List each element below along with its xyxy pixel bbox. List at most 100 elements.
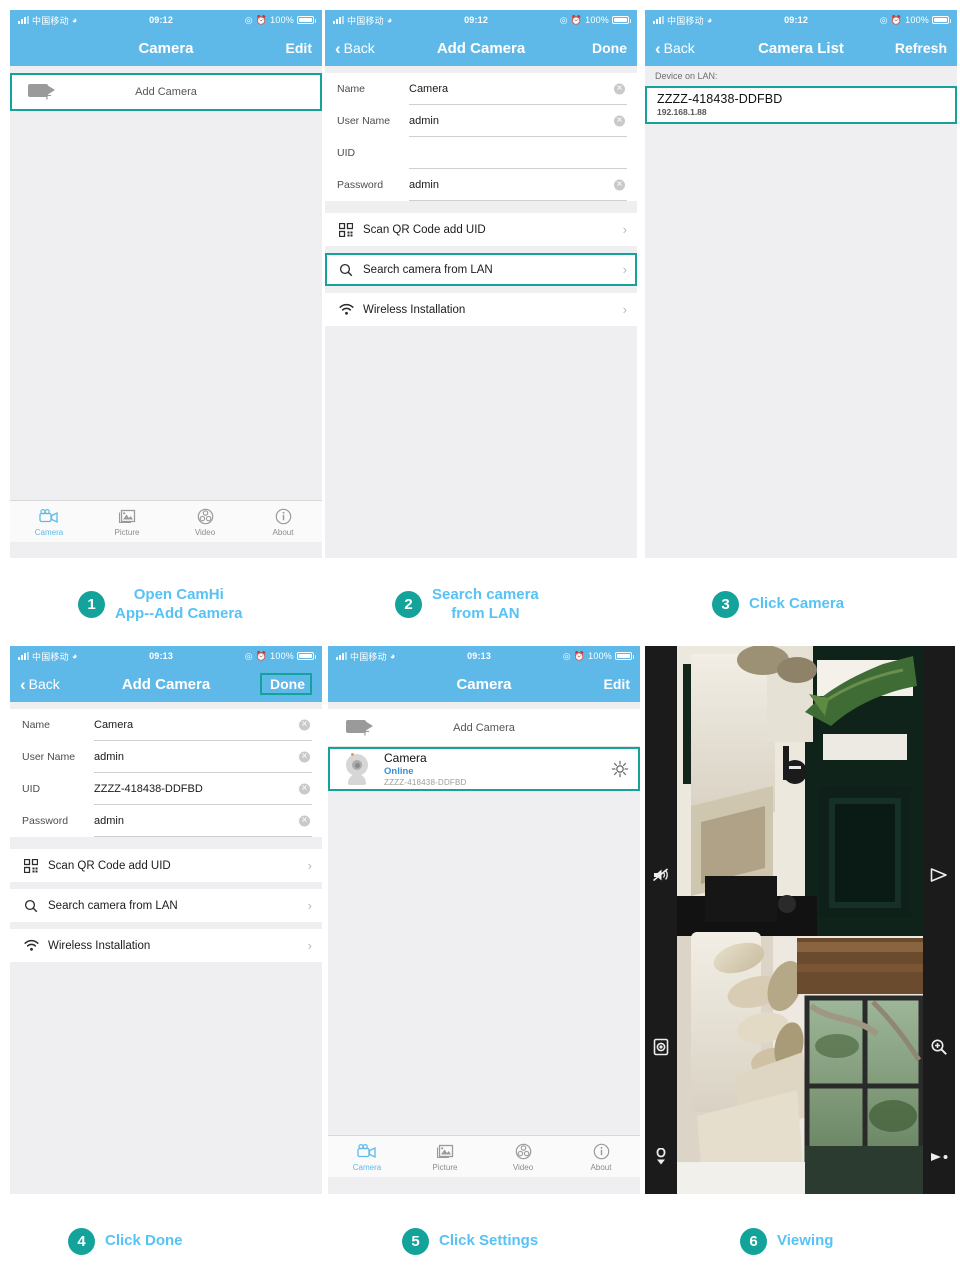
done-button[interactable]: Done bbox=[260, 673, 312, 695]
uid-input[interactable] bbox=[409, 137, 627, 169]
tab-video[interactable]: Video bbox=[484, 1142, 562, 1172]
empty-area bbox=[645, 124, 957, 548]
field-label: UID bbox=[22, 783, 41, 795]
chevron-left-icon: ‹ bbox=[335, 38, 341, 58]
field-value: admin bbox=[409, 114, 439, 127]
menu-label: Scan QR Code add UID bbox=[363, 223, 486, 236]
tab-picture[interactable]: Picture bbox=[406, 1142, 484, 1172]
menu-label: Scan QR Code add UID bbox=[48, 859, 171, 872]
battery-icon bbox=[297, 652, 316, 660]
field-label: Password bbox=[337, 179, 384, 191]
field-value: Camera bbox=[94, 718, 134, 731]
clear-icon[interactable]: ✕ bbox=[614, 83, 625, 94]
location-icon: ◎ bbox=[562, 650, 571, 661]
clear-icon[interactable]: ✕ bbox=[299, 719, 310, 730]
menu-search-lan[interactable]: Search camera from LAN › bbox=[325, 253, 637, 286]
play-icon[interactable] bbox=[928, 864, 950, 886]
menu-wireless-install[interactable]: Wireless Installation › bbox=[325, 293, 637, 326]
lan-device-row[interactable]: ZZZZ-418438-DDFBD 192.168.1.88 bbox=[645, 86, 957, 124]
tab-about[interactable]: About bbox=[244, 507, 322, 537]
chevron-right-icon: › bbox=[622, 262, 627, 277]
tab-video[interactable]: Video bbox=[166, 507, 244, 537]
back-button[interactable]: ‹ Back bbox=[655, 40, 707, 57]
battery-icon bbox=[612, 16, 631, 24]
menu-wireless-install[interactable]: Wireless Installation › bbox=[10, 929, 322, 962]
zoom-in-icon[interactable] bbox=[928, 1036, 950, 1058]
field-value: Camera bbox=[409, 82, 449, 95]
name-input[interactable]: Camera ✕ bbox=[409, 73, 627, 105]
step-label: Open CamHi App--Add Camera bbox=[115, 586, 243, 622]
panel-4-add-camera-filled: 中国移动 ◕ 09:13 ◎ ⏰ 100% ‹ Back Add Camera … bbox=[10, 646, 322, 1194]
password-input[interactable]: admin ✕ bbox=[409, 169, 627, 201]
refresh-button[interactable]: Refresh bbox=[895, 40, 947, 56]
tab-camera[interactable]: Camera bbox=[10, 507, 88, 537]
status-right: ◎ ⏰ 100% bbox=[562, 650, 634, 662]
wifi-icon bbox=[24, 939, 48, 952]
gear-icon[interactable] bbox=[610, 759, 630, 779]
password-input[interactable]: admin ✕ bbox=[94, 805, 312, 837]
alarm-icon: ⏰ bbox=[573, 650, 586, 661]
carrier-label: 中国移动 bbox=[667, 15, 704, 26]
battery-percent: 100% bbox=[270, 651, 294, 661]
back-button[interactable]: ‹ Back bbox=[20, 676, 72, 693]
section-gap bbox=[325, 286, 637, 293]
status-left: 中国移动 ◕ bbox=[653, 14, 712, 27]
clear-icon[interactable]: ✕ bbox=[299, 815, 310, 826]
add-camera-row[interactable]: + Add Camera bbox=[328, 709, 640, 747]
status-left: 中国移动 ◕ bbox=[18, 14, 77, 27]
nav-bar: ‹ Back Camera List Refresh bbox=[645, 30, 957, 66]
clear-icon[interactable]: ✕ bbox=[614, 115, 625, 126]
tab-picture[interactable]: Picture bbox=[88, 507, 166, 537]
clear-icon[interactable]: ✕ bbox=[299, 783, 310, 794]
mute-speaker-icon[interactable] bbox=[650, 864, 672, 886]
menu-search-lan[interactable]: Search camera from LAN › bbox=[10, 889, 322, 922]
device-uid: ZZZZ-418438-DDFBD bbox=[657, 92, 783, 106]
chevron-right-icon: › bbox=[307, 898, 312, 913]
username-input[interactable]: admin ✕ bbox=[409, 105, 627, 137]
tab-about-label: About bbox=[272, 527, 294, 537]
step-number-badge: 3 bbox=[712, 591, 739, 618]
name-input[interactable]: Camera ✕ bbox=[94, 709, 312, 741]
battery-percent: 100% bbox=[270, 15, 294, 25]
chevron-right-icon: › bbox=[622, 302, 627, 317]
clear-icon[interactable]: ✕ bbox=[614, 179, 625, 190]
tab-about[interactable]: About bbox=[562, 1142, 640, 1172]
section-gap bbox=[325, 201, 637, 213]
camera-form: Name Camera ✕ User Name admin ✕ UID bbox=[10, 709, 322, 837]
menu-scan-qr[interactable]: Scan QR Code add UID › bbox=[10, 849, 322, 882]
back-button[interactable]: ‹ Back bbox=[335, 40, 387, 57]
clear-icon[interactable]: ✕ bbox=[299, 751, 310, 762]
tab-about-label: About bbox=[590, 1162, 612, 1172]
panel-body: Name Camera ✕ User Name admin ✕ UID bbox=[10, 702, 322, 1192]
step-label: Click Settings bbox=[439, 1232, 539, 1250]
snapshot-icon[interactable] bbox=[650, 1036, 672, 1058]
edit-button[interactable]: Edit bbox=[578, 676, 630, 692]
done-button[interactable]: Done bbox=[575, 40, 627, 56]
status-right: ◎ ⏰ 100% bbox=[245, 15, 316, 26]
uid-input[interactable]: ZZZZ-418438-DDFBD ✕ bbox=[94, 773, 312, 805]
section-gap bbox=[10, 922, 322, 929]
top-gap bbox=[10, 702, 322, 709]
live-video-feed[interactable] bbox=[677, 646, 923, 1194]
tab-camera-label: Camera bbox=[34, 527, 64, 537]
location-icon: ◎ bbox=[879, 14, 888, 25]
field-value: admin bbox=[409, 178, 439, 191]
record-icon[interactable] bbox=[928, 1146, 950, 1168]
edit-button[interactable]: Edit bbox=[260, 40, 312, 56]
tutorial-page: 中国移动 ◕ 09:12 ◎ ⏰ 100% Camera Edit + Add … bbox=[0, 0, 960, 1286]
tab-camera[interactable]: Camera bbox=[328, 1142, 406, 1172]
menu-scan-qr[interactable]: Scan QR Code add UID › bbox=[325, 213, 637, 246]
section-gap bbox=[10, 882, 322, 889]
top-gap bbox=[10, 66, 322, 73]
add-camera-row[interactable]: + Add Camera bbox=[10, 73, 322, 111]
back-label: Back bbox=[28, 676, 60, 692]
field-label: User Name bbox=[22, 751, 76, 763]
camera-meta: Camera Online ZZZZ-418438-DDFBD bbox=[384, 751, 600, 787]
tab-bar: Camera Picture Video About bbox=[328, 1135, 640, 1177]
status-bar: 中国移动 ◕ 09:12 ◎ ⏰ 100% bbox=[325, 10, 637, 30]
username-input[interactable]: admin ✕ bbox=[94, 741, 312, 773]
microphone-icon[interactable] bbox=[650, 1146, 672, 1168]
step-number-badge: 1 bbox=[78, 591, 105, 619]
battery-percent: 100% bbox=[588, 651, 612, 661]
camera-list-item[interactable]: Camera Online ZZZZ-418438-DDFBD bbox=[328, 747, 640, 791]
